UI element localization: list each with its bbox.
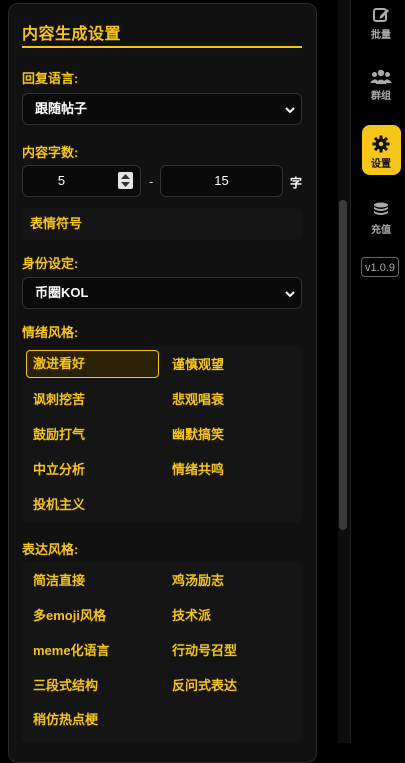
number-stepper-icon[interactable] [118, 172, 133, 189]
scrollbar-thumb[interactable] [339, 200, 347, 530]
emotion-option[interactable]: 投机主义 [27, 491, 85, 519]
sidebar-item-label: 充值 [371, 225, 391, 236]
range-separator: - [149, 174, 154, 189]
emotion-option[interactable]: 情绪共鸣 [166, 456, 224, 484]
expression-option[interactable]: 技术派 [166, 602, 211, 630]
sidebar-item-settings-content: 设置 [361, 135, 401, 170]
sidebar-item-label: 批量 [371, 30, 391, 41]
word-count-label: 内容字数: [22, 145, 79, 160]
emotion-style-label: 情绪风格: [22, 325, 79, 340]
sidebar-item-recharge[interactable]: 充值 [361, 201, 401, 236]
reply-language-label: 回复语言: [22, 71, 79, 86]
emotion-option[interactable]: 激进看好 [26, 350, 159, 378]
emoji-toggle[interactable]: 表情符号 [24, 210, 82, 238]
expression-option[interactable]: 多emoji风格 [27, 602, 106, 630]
identity-label: 身份设定: [22, 256, 79, 271]
chevron-down-icon [285, 291, 295, 298]
reply-language-value: 跟随帖子 [35, 101, 88, 116]
emotion-option[interactable]: 中立分析 [27, 456, 85, 484]
expression-option[interactable]: 反问式表达 [166, 672, 237, 700]
edit-icon [373, 8, 389, 22]
max-word-input[interactable]: 15 [160, 165, 283, 197]
emotion-option[interactable]: 鼓励打气 [27, 421, 85, 449]
sidebar-divider [350, 0, 351, 743]
expression-option[interactable]: 简洁直接 [27, 567, 85, 595]
expression-option[interactable]: 行动号召型 [166, 637, 237, 665]
emotion-option[interactable]: 幽默搞笑 [166, 421, 224, 449]
chevron-down-icon [285, 107, 295, 114]
expression-option[interactable]: 稍仿热点梗 [27, 706, 98, 734]
emotion-option[interactable]: 讽刺挖苦 [27, 386, 85, 414]
sidebar-item-groups[interactable]: 群组 [361, 69, 401, 102]
reply-language-select[interactable]: 跟随帖子 [22, 93, 302, 125]
emotion-option[interactable]: 谨慎观望 [166, 351, 224, 379]
users-icon [370, 69, 392, 84]
gear-icon [372, 135, 390, 153]
expression-option[interactable]: meme化语言 [27, 637, 110, 665]
identity-select[interactable]: 币圈KOL [22, 277, 302, 309]
panel-title: 内容生成设置 [22, 26, 122, 43]
identity-value: 币圈KOL [35, 285, 89, 300]
title-underline [22, 46, 302, 48]
expression-option[interactable]: 三段式结构 [27, 672, 98, 700]
version-badge: v1.0.9 [361, 257, 399, 277]
expression-style-label: 表达风格: [22, 542, 79, 557]
sidebar-item-label: 群组 [371, 91, 391, 102]
sidebar-item-label: 设置 [371, 159, 391, 170]
coins-icon [374, 202, 388, 215]
expression-option[interactable]: 鸡汤励志 [166, 567, 224, 595]
emotion-option[interactable]: 悲观唱衰 [166, 386, 224, 414]
sidebar-item-batch[interactable]: 批量 [361, 6, 401, 41]
word-unit: 字 [290, 176, 303, 190]
